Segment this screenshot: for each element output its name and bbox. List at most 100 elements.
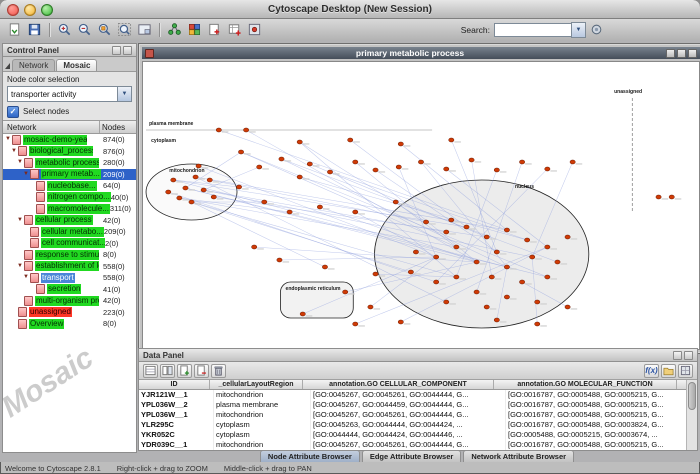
network-node[interactable] [434,280,439,284]
network-node[interactable] [393,200,398,204]
network-node[interactable] [207,178,212,182]
tab-edge-attribute-browser[interactable]: Edge Attribute Browser [362,450,461,462]
network-node[interactable] [535,322,540,326]
tree-item[interactable]: Overview8(0) [3,318,136,330]
expand-toggle-icon[interactable]: ▼ [17,157,24,168]
network-node[interactable] [656,195,661,199]
tab-network[interactable]: Network [12,59,55,71]
network-node[interactable] [434,255,439,259]
network-view-titlebar[interactable]: primary metabolic process [142,47,700,59]
network-node[interactable] [484,235,489,239]
network-node[interactable] [408,270,413,274]
expand-toggle-icon[interactable]: ▼ [17,261,24,272]
tree-item[interactable]: nitrogen compo...40(0) [3,192,136,204]
network-node[interactable] [262,200,267,204]
tree-item[interactable]: ▼transport558(0) [3,272,136,284]
network-node[interactable] [504,265,509,269]
import-table-toolbar-button[interactable] [225,21,244,39]
show-network-button[interactable] [165,21,184,39]
network-node[interactable] [489,275,494,279]
vizmapper-button[interactable] [185,21,204,39]
close-panel-icon[interactable] [123,46,132,55]
tree-item[interactable]: secretion41(0) [3,284,136,296]
tree-item[interactable]: ▼primary metab...209(0) [3,169,136,181]
new-attribute-button[interactable] [177,364,192,378]
network-node[interactable] [193,175,198,179]
network-node[interactable] [277,258,282,262]
network-node[interactable] [418,160,423,164]
network-node[interactable] [530,255,535,259]
network-node[interactable] [474,290,479,294]
network-node[interactable] [216,128,221,132]
search-input[interactable] [494,23,571,37]
expand-toggle-icon[interactable]: ▼ [23,169,30,180]
table-row[interactable]: YPL036W__1mitochondrion[GO:0045267, GO:0… [139,410,686,420]
network-node[interactable] [211,195,216,199]
minimize-frame-icon[interactable] [666,49,675,58]
network-node[interactable] [353,322,358,326]
network-node[interactable] [519,160,524,164]
network-node[interactable] [297,175,302,179]
minimize-window-button[interactable] [24,4,36,16]
attribute-options-button[interactable] [678,364,693,378]
search-dropdown-button[interactable]: ▼ [571,22,586,38]
network-node[interactable] [353,210,358,214]
search-options-button[interactable] [587,21,606,39]
network-node[interactable] [449,218,454,222]
network-node[interactable] [494,318,499,322]
equation-builder-button[interactable]: f(x) [644,364,659,378]
tree-item[interactable]: multi-organism pro...42(0) [3,295,136,307]
column-header-nodes[interactable]: Nodes [100,123,136,132]
table-row[interactable]: YDR039C__1mitochondrion[GO:0045267, GO:0… [139,440,686,450]
chevron-down-icon[interactable]: ▼ [117,87,131,101]
network-node[interactable] [423,220,428,224]
zoom-out-button[interactable] [75,21,94,39]
network-node[interactable] [398,320,403,324]
network-node[interactable] [343,290,348,294]
network-node[interactable] [545,275,550,279]
tree-item[interactable]: unassigned223(0) [3,307,136,319]
network-node[interactable] [494,168,499,172]
expand-toggle-icon[interactable]: ▼ [23,272,30,283]
column-header[interactable]: annotation.GO MOLECULAR_FUNCTION [494,380,677,389]
network-node[interactable] [398,142,403,146]
network-node[interactable] [504,295,509,299]
network-node[interactable] [189,200,194,204]
network-node[interactable] [373,272,378,276]
import-attributes-button[interactable] [661,364,676,378]
column-header-network[interactable]: Network [3,121,100,133]
network-node[interactable] [474,260,479,264]
network-node[interactable] [504,228,509,232]
column-header[interactable]: annotation.GO CELLULAR_COMPONENT [303,380,494,389]
network-node[interactable] [545,167,550,171]
import-network-button[interactable] [5,21,24,39]
tree-item[interactable]: nucleobase...64(0) [3,180,136,192]
network-node[interactable] [317,205,322,209]
close-frame-icon[interactable] [688,49,697,58]
network-node[interactable] [279,157,284,161]
network-overview-button[interactable] [135,21,154,39]
tree-item[interactable]: ▼mosaic-demo-yeast874(0) [3,134,136,146]
expand-toggle-icon[interactable]: ▼ [17,215,24,226]
network-node[interactable] [565,235,570,239]
scrollbar-thumb[interactable] [688,382,696,410]
unselect-attributes-button[interactable] [160,364,175,378]
table-row[interactable]: YJR121W__1mitochondrion[GO:0045267, GO:0… [139,390,686,400]
network-node[interactable] [252,245,257,249]
network-node[interactable] [519,280,524,284]
table-row[interactable]: YPL036W__2plasma membrane[GO:0045267, GO… [139,400,686,410]
network-canvas[interactable]: plasma membranecytoplasmmitochondrionnuc… [142,61,700,350]
network-node[interactable] [494,250,499,254]
network-node[interactable] [327,170,332,174]
network-node[interactable] [297,140,302,144]
column-header[interactable]: ID [139,380,210,389]
select-nodes-option[interactable]: ✓ Select nodes [7,105,132,118]
tree-item[interactable]: ▼biological_process876(0) [3,146,136,158]
import-attributes-toolbar-button[interactable] [205,21,224,39]
tree-item[interactable]: ▼metabolic process280(0) [3,157,136,169]
network-node[interactable] [322,265,327,269]
zoom-window-button[interactable] [41,4,53,16]
network-node[interactable] [413,250,418,254]
expand-toggle-icon[interactable]: ▼ [11,146,18,157]
network-node[interactable] [525,238,530,242]
